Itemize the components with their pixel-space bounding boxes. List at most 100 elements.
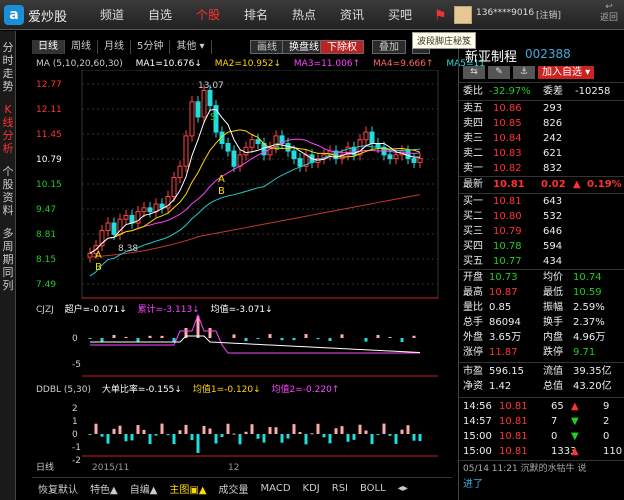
nav-ranking[interactable]: 排名 <box>230 0 282 30</box>
tab-main-chart[interactable]: 主图▣▲ <box>163 481 212 496</box>
stat-value: 4.96万 <box>573 332 606 343</box>
back-button[interactable]: ↩ 返回 <box>598 2 620 24</box>
candle[interactable] <box>297 158 303 167</box>
candle[interactable] <box>207 89 213 107</box>
candle[interactable] <box>147 207 153 213</box>
nav-watchlist[interactable]: 自选 <box>134 0 186 30</box>
ask-label: 卖二 <box>463 148 483 159</box>
cjzj-value-c: 均值=-3.071↓ <box>210 305 273 315</box>
candle[interactable] <box>393 154 399 160</box>
stat-label: 最低 <box>543 287 563 298</box>
news-link[interactable]: 进了 <box>463 477 483 492</box>
tab-rsi[interactable]: RSI <box>326 483 354 494</box>
ma2-value: MA2=10.952↓ <box>214 59 282 69</box>
trade-volume: 0 <box>551 431 558 442</box>
ddbl-bar <box>172 434 176 445</box>
ex-rights-button[interactable]: 下除权 <box>320 40 364 54</box>
ratio-label: 委比 <box>463 86 483 97</box>
edit-icon[interactable]: ✎ <box>488 66 510 79</box>
bookmark-icon[interactable]: ⚓ <box>513 66 535 79</box>
cjzj-bar <box>160 335 164 338</box>
swap-icon[interactable]: ⇆ <box>463 66 485 79</box>
tab-other[interactable]: 其他 ▾ <box>170 40 212 54</box>
candle[interactable] <box>243 146 249 156</box>
candle[interactable] <box>237 154 243 167</box>
ddbl-bar <box>412 434 416 441</box>
nav-hot[interactable]: 热点 <box>278 0 330 30</box>
tab-scroll[interactable]: ◂▸ <box>392 483 414 494</box>
candle[interactable] <box>141 207 147 213</box>
candle[interactable] <box>195 101 201 118</box>
sidebar-item-profile[interactable]: 个股资料 <box>0 165 16 217</box>
candle[interactable] <box>177 165 183 179</box>
candle[interactable] <box>411 158 417 163</box>
tab-daily[interactable]: 日线 <box>32 40 65 54</box>
candle[interactable] <box>363 131 369 141</box>
ask-label: 卖三 <box>463 133 483 144</box>
candle[interactable] <box>249 139 255 148</box>
candle[interactable] <box>105 222 111 232</box>
app-logo[interactable]: a 爱炒股 <box>4 5 67 25</box>
candle[interactable] <box>129 214 135 224</box>
tab-boll[interactable]: BOLL <box>354 483 392 494</box>
tab-macd[interactable]: MACD <box>255 483 297 494</box>
ddbl-legend: DDBL (5,30) 大单比率=-0.155↓ 均值1=-0.120↓ 均值2… <box>36 382 347 395</box>
notification-icon[interactable]: ⚑ <box>434 8 447 24</box>
draw-line-button[interactable]: 画线 <box>250 40 284 54</box>
candle[interactable] <box>183 135 189 167</box>
avatar[interactable] <box>454 6 472 24</box>
candle[interactable] <box>231 150 237 167</box>
ddbl-bar <box>388 434 392 436</box>
tab-special[interactable]: 特色▲ <box>84 481 124 496</box>
nav-news[interactable]: 资讯 <box>326 0 378 30</box>
candle[interactable] <box>111 222 117 235</box>
candle[interactable] <box>201 89 207 118</box>
candle[interactable] <box>285 142 291 152</box>
bid-volume: 594 <box>543 241 563 252</box>
tab-reset[interactable]: 恢复默认 <box>32 481 84 496</box>
tab-5min[interactable]: 5分钟 <box>131 40 171 54</box>
ddbl-bar <box>406 425 410 434</box>
candle[interactable] <box>387 154 393 160</box>
tab-weekly[interactable]: 周线 <box>65 40 98 54</box>
candle[interactable] <box>225 142 231 152</box>
ddbl-bar <box>160 423 164 434</box>
cjzj-bar <box>400 338 404 342</box>
tab-volume[interactable]: 成交量 <box>213 481 255 496</box>
sidebar-item-kline[interactable]: K线分析 <box>0 103 16 155</box>
tab-kdj[interactable]: KDJ <box>297 483 326 494</box>
candle[interactable] <box>291 150 297 160</box>
candle[interactable] <box>357 139 363 156</box>
overlay-button[interactable]: 叠加 <box>372 40 406 54</box>
tab-monthly[interactable]: 月线 <box>98 40 131 54</box>
nav-forum[interactable]: 买吧 <box>374 0 426 30</box>
candle[interactable] <box>369 131 375 144</box>
order-ratio-row: 委比 -32.97% 委差 -10258 <box>459 84 624 99</box>
kline-chart[interactable]: 12.77 12.11 11.45 10.79 10.15 9.47 8.81 8.15 7.4… <box>32 70 452 476</box>
cjzj-bar <box>376 334 380 338</box>
trade-row: 14:56 10.81 65 ▲ 9 <box>459 399 624 414</box>
sidebar-item-intraday[interactable]: 分时走势 <box>0 41 16 93</box>
trade-row: 15:00 10.81 0 ▼ 0 <box>459 429 624 444</box>
candle[interactable] <box>255 139 261 144</box>
news-link-row: 进了 <box>459 477 624 492</box>
sell-signal: S <box>274 142 280 153</box>
tab-custom[interactable]: 自编▲ <box>124 481 164 496</box>
add-watchlist-button[interactable]: 加入自选 ▾ <box>538 66 595 79</box>
ddbl-title: DDBL (5,30) <box>36 385 91 395</box>
candle[interactable] <box>417 158 423 163</box>
candle[interactable] <box>189 101 195 137</box>
stat-label: 均价 <box>543 272 563 283</box>
trade-time: 15:00 <box>463 431 492 442</box>
latest-row: 最新 10.81 0.02 ▲ 0.19% <box>459 177 624 192</box>
nav-channel[interactable]: 频道 <box>86 0 138 30</box>
candle[interactable] <box>123 214 129 220</box>
buy-signal: B <box>218 186 225 197</box>
trade-volume: 65 <box>551 401 564 412</box>
sidebar-item-multiperiod[interactable]: 多周期同列 <box>0 227 16 292</box>
logout-link[interactable]: [注销] <box>536 8 561 21</box>
candle[interactable] <box>171 177 177 198</box>
candle[interactable] <box>159 203 165 209</box>
stat-label: 内盘 <box>543 332 563 343</box>
nav-stock[interactable]: 个股 <box>182 0 234 30</box>
